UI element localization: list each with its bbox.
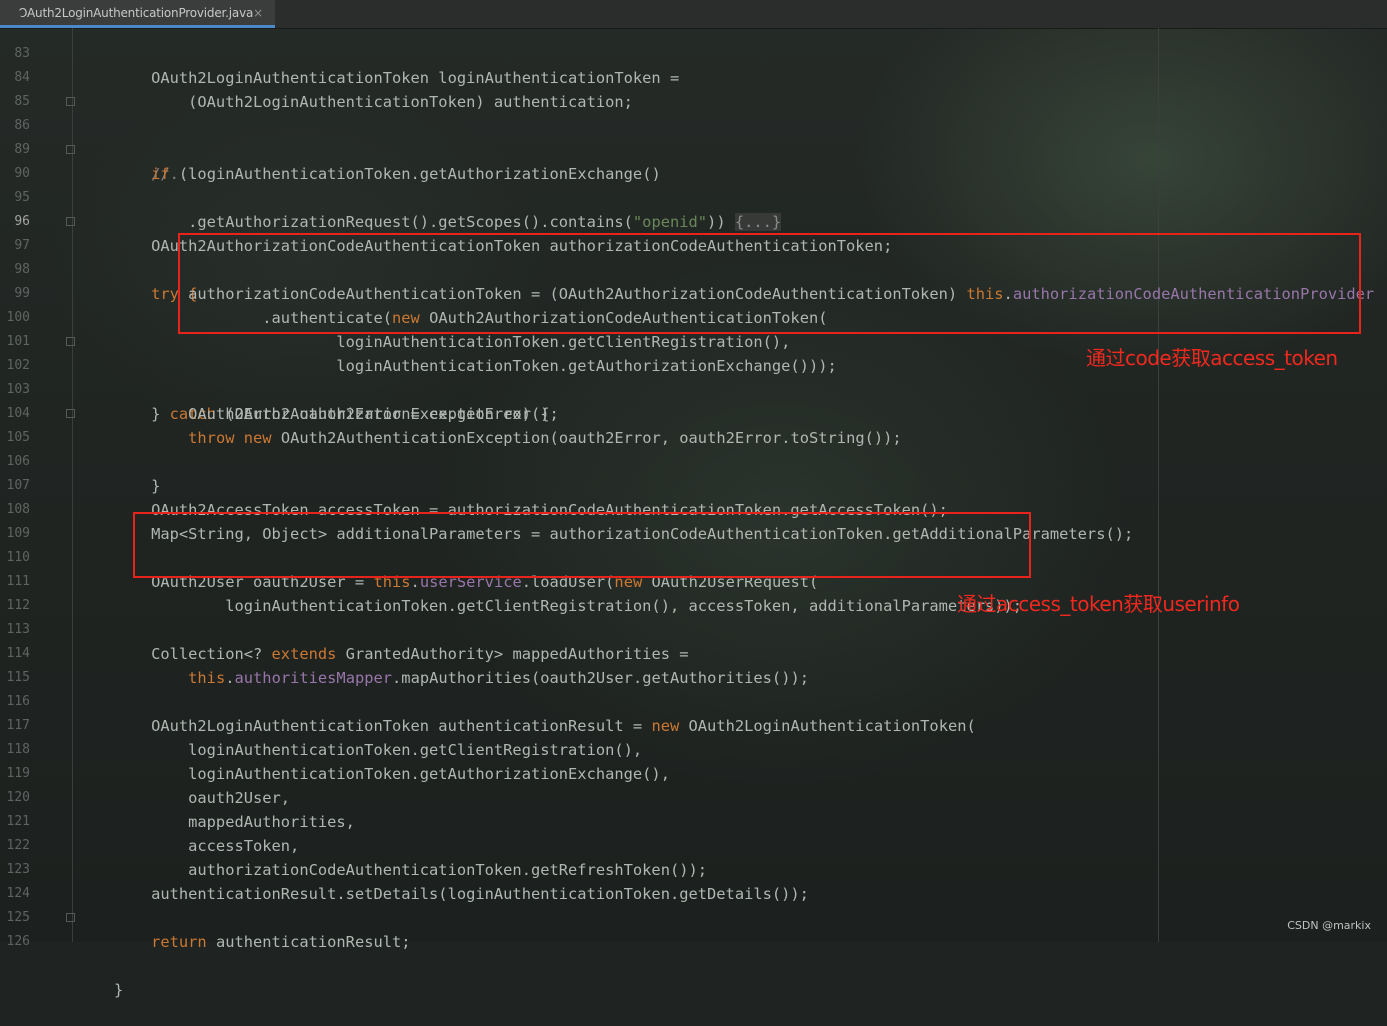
- fold-toggle-icon[interactable]: [66, 97, 75, 106]
- fold-toggle-icon[interactable]: [66, 913, 75, 922]
- line-number: 126: [6, 934, 30, 949]
- code-line: 120 mappedAuthorities,: [0, 762, 1387, 831]
- annotation-token-to-userinfo: 通过access_token获取userinfo: [957, 592, 1240, 616]
- code-line: 104 throw new OAuth2AuthenticationExcept…: [0, 378, 1387, 447]
- code-line: 85: [0, 66, 1387, 109]
- fold-toggle-icon[interactable]: [66, 145, 75, 154]
- code-line: 105 }: [0, 402, 1387, 495]
- code-editor[interactable]: 83 OAuth2LoginAuthenticationToken loginA…: [0, 18, 1387, 999]
- code-line: 116 OAuth2LoginAuthenticationToken authe…: [0, 666, 1387, 735]
- code-line: 106: [0, 426, 1387, 469]
- code-line: 97 try {: [0, 210, 1387, 303]
- code-line-current: 96 OAuth2AuthorizationCodeAuthentication…: [0, 186, 1387, 255]
- code-line: 115: [0, 642, 1387, 685]
- code-line: 107 OAuth2AccessToken accessToken = auth…: [0, 450, 1387, 519]
- watermark: CSDN @markix: [1287, 919, 1371, 932]
- code-line: 114 this.authoritiesMapper.mapAuthoritie…: [0, 618, 1387, 687]
- fold-toggle-icon[interactable]: [66, 337, 75, 346]
- code-line: 118 loginAuthenticationToken.getAuthoriz…: [0, 714, 1387, 783]
- code-text: return authenticationResult;: [151, 933, 411, 951]
- highlight-box-load-user: [133, 512, 1031, 578]
- fold-toggle-icon[interactable]: [66, 217, 75, 226]
- code-line: 90 .getAuthorizationRequest().getScopes(…: [0, 138, 1387, 231]
- code-line: 83 OAuth2LoginAuthenticationToken loginA…: [0, 18, 1387, 87]
- annotation-code-to-token: 通过code获取access_token: [1086, 346, 1338, 370]
- code-line: 119 oauth2User,: [0, 738, 1387, 807]
- code-line: 108 Map<String, Object> additionalParame…: [0, 474, 1387, 543]
- highlight-box-authorization-code: [178, 233, 1361, 334]
- code-line: 126 }: [0, 906, 1387, 999]
- code-line: 124: [0, 858, 1387, 901]
- code-line: 121 accessToken,: [0, 786, 1387, 855]
- code-line: 86 //...: [0, 90, 1387, 183]
- code-line: 89 if (loginAuthenticationToken.getAutho…: [0, 114, 1387, 183]
- code-line: 117 loginAuthenticationToken.getClientRe…: [0, 690, 1387, 759]
- code-line: 123 authenticationResult.setDetails(logi…: [0, 834, 1387, 903]
- code-line: 122 authorizationCodeAuthenticationToken…: [0, 810, 1387, 879]
- fold-toggle-icon[interactable]: [66, 409, 75, 418]
- code-line: 125 return authenticationResult;: [0, 882, 1387, 951]
- code-text: }: [114, 981, 124, 999]
- code-line: 84 (OAuth2LoginAuthenticationToken) auth…: [0, 42, 1387, 111]
- code-line: 95: [0, 162, 1387, 205]
